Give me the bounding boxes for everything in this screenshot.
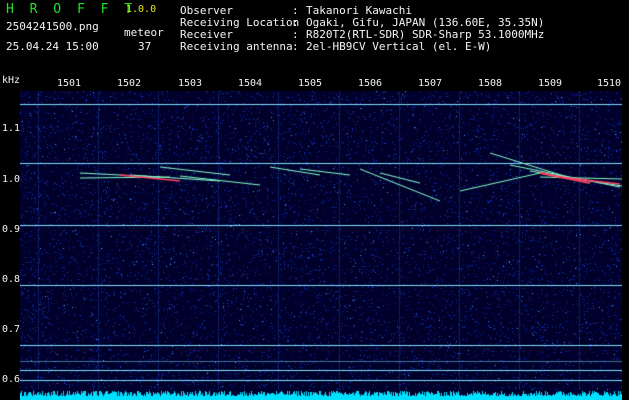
x-tick-label: 1506 xyxy=(358,78,383,89)
y-tick-label: 1.1 xyxy=(2,123,21,134)
info-colon: : xyxy=(292,40,299,53)
y-tick-label: 1.0 xyxy=(2,174,21,185)
timestamp: 25.04.24 15:00 xyxy=(6,40,99,53)
info-antenna-label: Receiving antenna xyxy=(180,40,293,53)
x-tick-label: 1503 xyxy=(178,78,203,89)
info-antenna-value: 2el-HB9CV Vertical (el. E-W) xyxy=(306,40,492,53)
x-tick-label: 1505 xyxy=(298,78,323,89)
x-tick-label: 1509 xyxy=(538,78,563,89)
y-tick-label: 0.8 xyxy=(2,274,21,285)
x-tick-label: 1501 xyxy=(57,78,82,89)
x-tick-label: 1502 xyxy=(117,78,142,89)
app-title: H R O F F T xyxy=(6,2,137,17)
x-tick-label: 1507 xyxy=(418,78,443,89)
detection-count: 37 xyxy=(138,40,152,53)
y-unit-label: kHz xyxy=(2,75,21,86)
spectrogram-canvas xyxy=(20,91,622,400)
detection-label: meteor xyxy=(124,26,164,39)
x-tick-label: 1510 xyxy=(597,78,622,89)
y-tick-label: 0.7 xyxy=(2,324,21,335)
x-tick-label: 1504 xyxy=(238,78,263,89)
app-version: 1.0.0 xyxy=(126,4,157,15)
y-tick-label: 0.6 xyxy=(2,374,21,385)
y-tick-label: 0.9 xyxy=(2,224,21,235)
file-name: 2504241500.png xyxy=(6,20,99,33)
x-tick-label: 1508 xyxy=(478,78,503,89)
